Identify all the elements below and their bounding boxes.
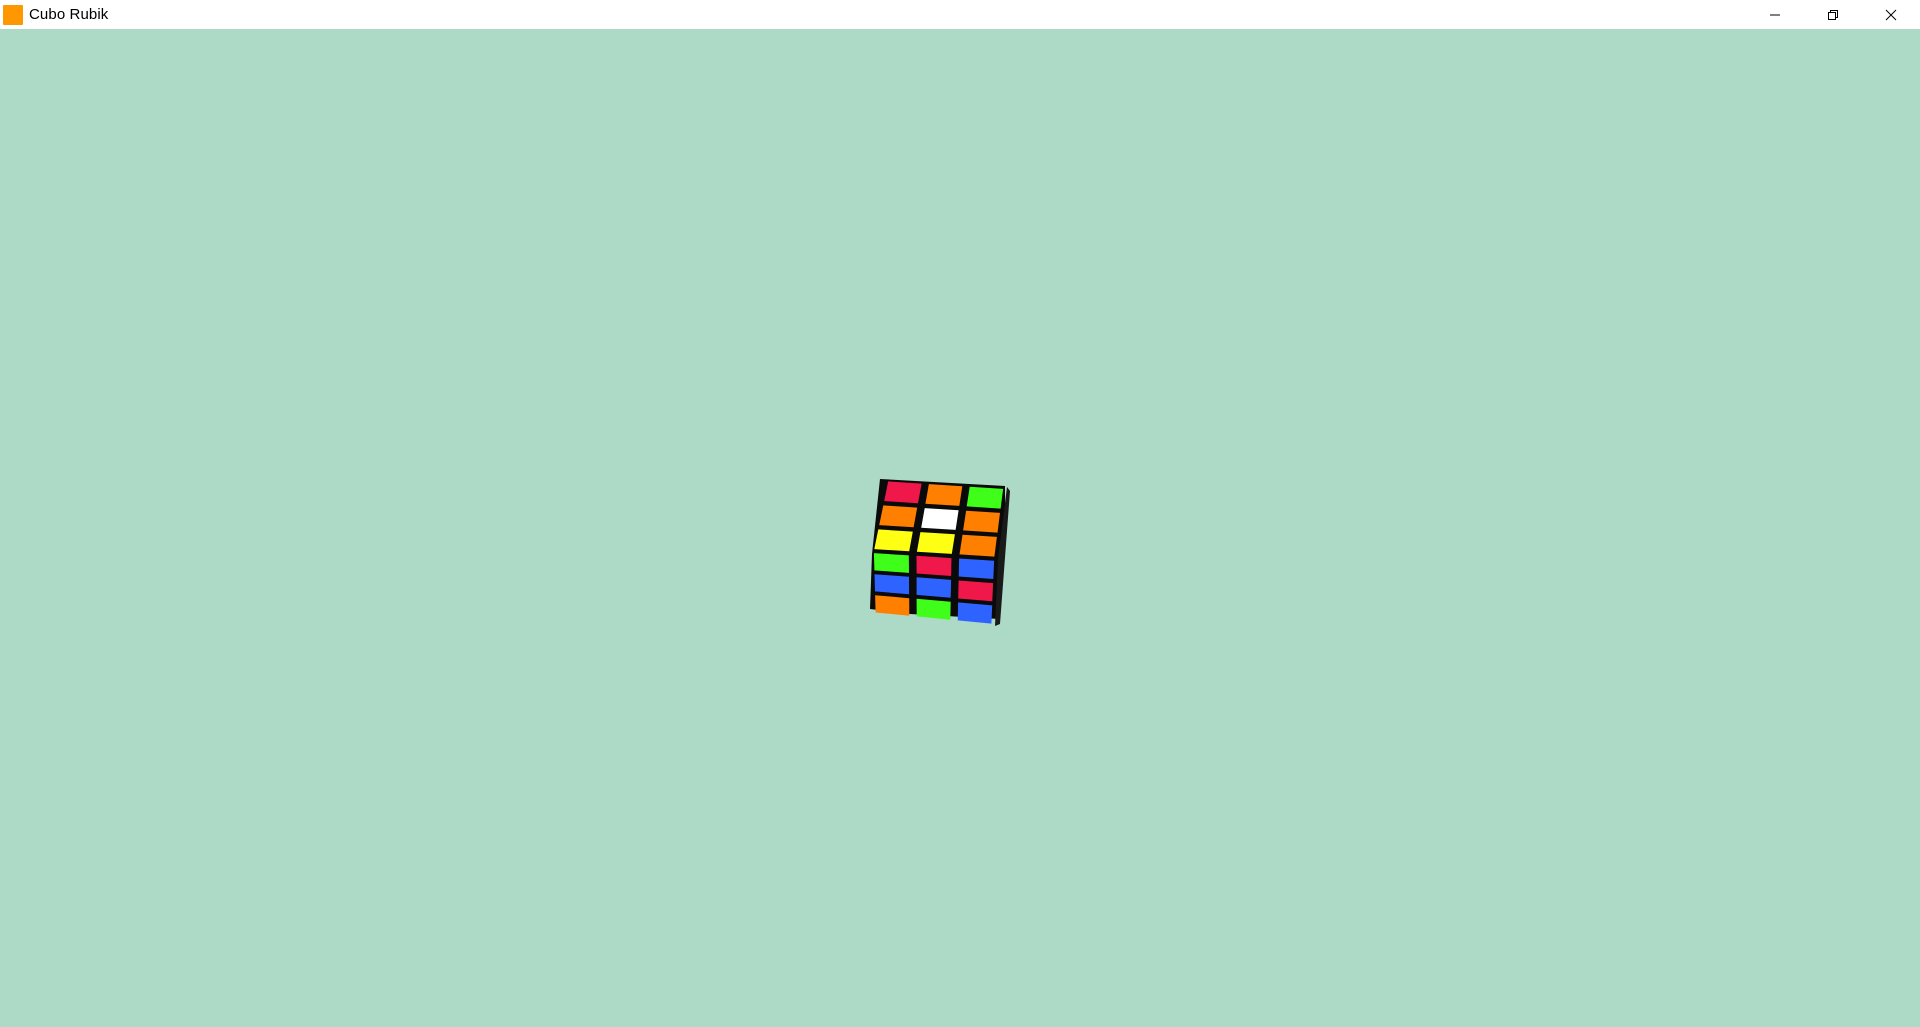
top-face-sticker-2-1 bbox=[916, 532, 955, 554]
top-face-sticker-1-2 bbox=[963, 510, 1000, 533]
top-face-sticker-2-2 bbox=[959, 534, 997, 557]
minimize-button[interactable] bbox=[1746, 0, 1804, 29]
restore-button[interactable] bbox=[1804, 0, 1862, 29]
app-window: Cubo Rubik bbox=[0, 0, 1920, 1027]
top-face-sticker-0-2 bbox=[966, 486, 1004, 509]
front-face-sticker-2-1 bbox=[916, 598, 951, 620]
window-controls bbox=[1746, 0, 1920, 29]
top-face-sticker-1-1 bbox=[921, 508, 959, 530]
top-face-sticker-1-0 bbox=[879, 505, 918, 528]
front-face-sticker-0-0 bbox=[873, 553, 909, 573]
front-face-sticker-1-0 bbox=[874, 574, 910, 595]
close-icon bbox=[1885, 9, 1897, 20]
front-face-sticker-0-1 bbox=[916, 555, 952, 576]
top-face-sticker-0-0 bbox=[884, 481, 922, 504]
top-face-sticker-2-0 bbox=[874, 529, 913, 552]
front-face-sticker-2-0 bbox=[875, 595, 910, 616]
front-face-sticker-2-2 bbox=[957, 602, 993, 624]
front-face-sticker-0-2 bbox=[958, 558, 995, 579]
window-title: Cubo Rubik bbox=[29, 6, 109, 23]
front-face-sticker-1-1 bbox=[916, 577, 952, 598]
restore-icon bbox=[1828, 9, 1838, 20]
top-face-sticker-0-1 bbox=[925, 484, 963, 506]
minimize-icon bbox=[1770, 14, 1780, 15]
rubik-cube[interactable] bbox=[860, 469, 1060, 639]
title-bar[interactable]: Cubo Rubik bbox=[0, 0, 1920, 29]
front-face-sticker-1-2 bbox=[958, 580, 994, 602]
close-button[interactable] bbox=[1862, 0, 1920, 29]
app-square-icon bbox=[3, 4, 23, 25]
render-viewport[interactable] bbox=[0, 29, 1920, 1027]
